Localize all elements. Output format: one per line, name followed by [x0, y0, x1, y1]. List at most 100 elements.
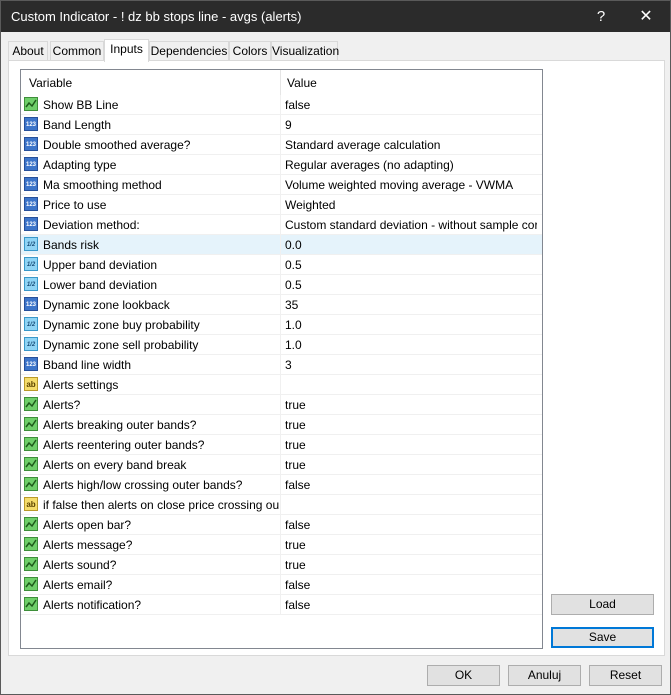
grid-row[interactable]: 1/2 Dynamic zone sell probability 1.0: [21, 335, 542, 355]
grid-row[interactable]: 123 Dynamic zone lookback 35: [21, 295, 542, 315]
value-cell[interactable]: 1.0: [281, 315, 542, 335]
title-bar[interactable]: Custom Indicator - ! dz bb stops line - …: [1, 1, 670, 32]
grid-row[interactable]: 123 Double smoothed average? Standard aver…: [21, 135, 542, 155]
value-text[interactable]: false: [285, 598, 537, 612]
grid-row[interactable]: Alerts email? false: [21, 575, 542, 595]
value-cell[interactable]: 1.0: [281, 335, 542, 355]
value-cell[interactable]: Custom standard deviation - without samp…: [281, 215, 542, 235]
grid-row[interactable]: 123 Adapting type Regular averages (no ada…: [21, 155, 542, 175]
grid-row[interactable]: 123 Bband line width 3: [21, 355, 542, 375]
grid-row[interactable]: Alerts high/low crossing outer bands? fal…: [21, 475, 542, 495]
grid-row[interactable]: ab if false then alerts on close price cr…: [21, 495, 542, 515]
grid-row[interactable]: 1/2 Dynamic zone buy probability 1.0: [21, 315, 542, 335]
grid-row[interactable]: ab Alerts settings: [21, 375, 542, 395]
double-icon: 1/2: [24, 337, 38, 351]
bool-icon: [24, 397, 38, 411]
value-text[interactable]: Custom standard deviation - without samp…: [285, 218, 537, 232]
grid-row[interactable]: 123 Band Length 9: [21, 115, 542, 135]
load-button[interactable]: Load: [551, 594, 654, 615]
value-cell[interactable]: false: [281, 595, 542, 615]
cancel-button[interactable]: Anuluj: [508, 665, 581, 686]
save-button[interactable]: Save: [551, 627, 654, 648]
value-text[interactable]: true: [285, 398, 537, 412]
value-cell[interactable]: true: [281, 555, 542, 575]
tab-inputs[interactable]: Inputs: [104, 39, 149, 62]
variable-label: Alerts message?: [43, 538, 133, 552]
grid-row[interactable]: Alerts? true: [21, 395, 542, 415]
grid-row[interactable]: 123 Ma smoothing method Volume weighted mo…: [21, 175, 542, 195]
value-text[interactable]: Standard average calculation: [285, 138, 537, 152]
value-cell[interactable]: false: [281, 575, 542, 595]
column-header-value[interactable]: Value: [287, 76, 317, 90]
close-button[interactable]: ✕: [624, 1, 668, 32]
value-cell[interactable]: true: [281, 395, 542, 415]
value-text[interactable]: 1.0: [285, 318, 537, 332]
value-cell[interactable]: 0.0: [281, 235, 542, 255]
variable-label: if false then alerts on close price cros…: [43, 498, 279, 512]
value-text[interactable]: 1.0: [285, 338, 537, 352]
value-text[interactable]: false: [285, 518, 537, 532]
column-header-variable[interactable]: Variable: [29, 76, 72, 90]
value-text[interactable]: Regular averages (no adapting): [285, 158, 537, 172]
column-divider[interactable]: [280, 70, 281, 95]
ok-button[interactable]: OK: [427, 665, 500, 686]
value-cell[interactable]: Standard average calculation: [281, 135, 542, 155]
value-text[interactable]: 9: [285, 118, 537, 132]
grid-row[interactable]: 123 Price to use Weighted: [21, 195, 542, 215]
grid-row[interactable]: 123 Deviation method: Custom standard devi…: [21, 215, 542, 235]
value-cell[interactable]: true: [281, 415, 542, 435]
grid-row[interactable]: Alerts on every band break true: [21, 455, 542, 475]
tab-dependencies[interactable]: Dependencies: [149, 41, 229, 61]
value-cell[interactable]: Weighted: [281, 195, 542, 215]
grid-row[interactable]: 1/2 Upper band deviation 0.5: [21, 255, 542, 275]
help-button[interactable]: ?: [579, 1, 623, 32]
value-text[interactable]: 0.5: [285, 258, 537, 272]
bool-icon: [24, 417, 38, 431]
value-cell[interactable]: Regular averages (no adapting): [281, 155, 542, 175]
value-text[interactable]: false: [285, 578, 537, 592]
value-text[interactable]: 35: [285, 298, 537, 312]
grid-row[interactable]: Alerts sound? true: [21, 555, 542, 575]
grid-row[interactable]: Alerts open bar? false: [21, 515, 542, 535]
value-cell[interactable]: true: [281, 455, 542, 475]
value-cell[interactable]: 35: [281, 295, 542, 315]
tab-colors[interactable]: Colors: [229, 41, 271, 61]
grid-row[interactable]: Show BB Line false: [21, 95, 542, 115]
inputs-grid[interactable]: Variable Value Show BB Line false 123 Band …: [20, 69, 543, 649]
grid-row[interactable]: 1/2 Bands risk 0.0: [21, 235, 542, 255]
value-cell[interactable]: false: [281, 475, 542, 495]
grid-row[interactable]: Alerts notification? false: [21, 595, 542, 615]
value-cell[interactable]: true: [281, 535, 542, 555]
value-cell[interactable]: false: [281, 95, 542, 115]
tab-common[interactable]: Common: [50, 41, 104, 61]
value-text[interactable]: false: [285, 478, 537, 492]
value-text[interactable]: true: [285, 558, 537, 572]
value-text[interactable]: false: [285, 98, 537, 112]
value-cell[interactable]: 3: [281, 355, 542, 375]
value-cell[interactable]: 0.5: [281, 275, 542, 295]
value-cell[interactable]: Volume weighted moving average - VWMA: [281, 175, 542, 195]
value-cell[interactable]: 0.5: [281, 255, 542, 275]
value-text[interactable]: Weighted: [285, 198, 537, 212]
grid-row[interactable]: Alerts reentering outer bands? true: [21, 435, 542, 455]
bool-icon: [24, 537, 38, 551]
grid-row[interactable]: 1/2 Lower band deviation 0.5: [21, 275, 542, 295]
value-text[interactable]: true: [285, 538, 537, 552]
tab-visualization[interactable]: Visualization: [271, 41, 339, 61]
value-cell[interactable]: true: [281, 435, 542, 455]
value-text[interactable]: true: [285, 438, 537, 452]
tab-about[interactable]: About: [8, 41, 48, 61]
value-text[interactable]: true: [285, 458, 537, 472]
value-text[interactable]: Volume weighted moving average - VWMA: [285, 178, 537, 192]
value-cell[interactable]: [281, 375, 542, 395]
reset-button[interactable]: Reset: [589, 665, 662, 686]
value-cell[interactable]: 9: [281, 115, 542, 135]
value-text[interactable]: 3: [285, 358, 537, 372]
value-text[interactable]: 0.0: [285, 238, 537, 252]
value-text[interactable]: 0.5: [285, 278, 537, 292]
value-cell[interactable]: [281, 495, 542, 515]
grid-row[interactable]: Alerts message? true: [21, 535, 542, 555]
value-cell[interactable]: false: [281, 515, 542, 535]
grid-row[interactable]: Alerts breaking outer bands? true: [21, 415, 542, 435]
value-text[interactable]: true: [285, 418, 537, 432]
